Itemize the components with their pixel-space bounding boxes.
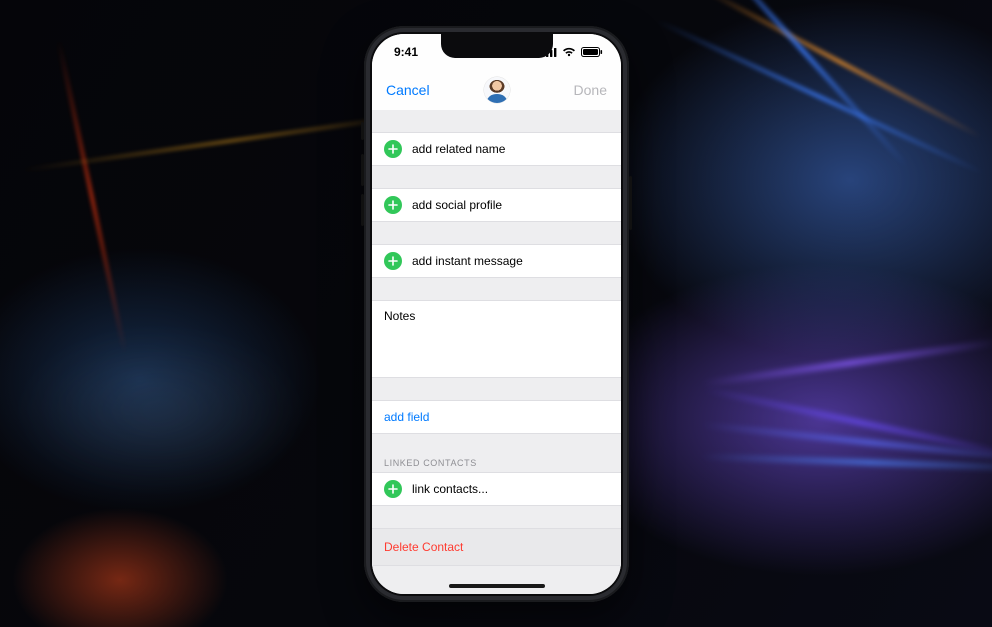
cancel-button[interactable]: Cancel [386,82,430,98]
status-time: 9:41 [394,45,418,59]
phone-screen: 9:41 Cancel Done [372,34,621,594]
battery-icon [581,47,603,57]
light-streak [700,454,992,471]
notes-label: Notes [384,309,415,323]
nav-bar: Cancel Done [372,70,621,110]
volume-down-button [361,194,364,226]
light-streak [698,0,982,139]
wifi-icon [562,47,576,57]
volume-up-button [361,154,364,186]
linked-contacts-header: LINKED CONTACTS [372,452,621,472]
stage-background: 9:41 Cancel Done [0,0,992,627]
light-streak [656,19,984,175]
add-field-row[interactable]: add field [372,400,621,434]
row-label: add field [384,410,429,424]
row-label: link contacts... [412,482,488,496]
light-streak [57,40,126,354]
mute-switch [361,122,364,140]
plus-icon [384,480,402,498]
contact-avatar[interactable] [484,77,510,103]
notes-field[interactable]: Notes [372,300,621,378]
add-instant-message-row[interactable]: add instant message [372,244,621,278]
light-streak [701,339,992,387]
row-label: add instant message [412,254,523,268]
plus-icon [384,252,402,270]
done-button[interactable]: Done [574,82,607,98]
plus-icon [384,196,402,214]
link-contacts-row[interactable]: link contacts... [372,472,621,506]
power-button [629,176,632,230]
content-scroll[interactable]: add related name add social profile [372,110,621,594]
row-label: add related name [412,142,505,156]
plus-icon [384,140,402,158]
light-glow [10,330,310,490]
row-label: add social profile [412,198,502,212]
notch [441,34,553,58]
home-indicator[interactable] [449,584,545,588]
add-social-profile-row[interactable]: add social profile [372,188,621,222]
delete-contact-row[interactable]: Delete Contact [372,528,621,566]
iphone-frame: 9:41 Cancel Done [364,26,629,602]
row-label: Delete Contact [384,540,463,554]
add-related-name-row[interactable]: add related name [372,132,621,166]
